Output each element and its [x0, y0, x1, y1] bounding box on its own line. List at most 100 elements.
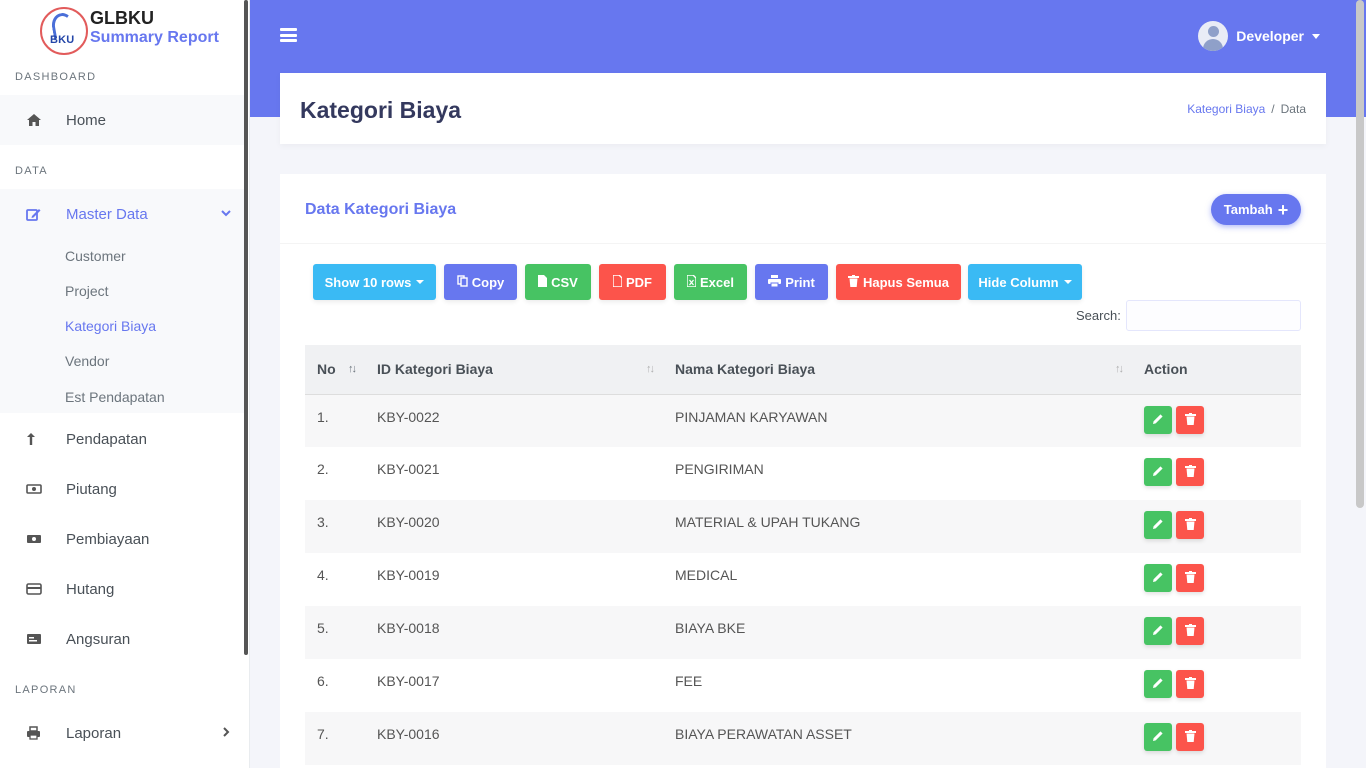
sidebar: BKU GLBKU Summary Report DASHBOARD Home … — [0, 0, 250, 768]
add-button[interactable]: Tambah + — [1211, 194, 1301, 225]
column-header-no[interactable]: No ↑↓ — [305, 345, 365, 395]
money-check-icon — [0, 633, 66, 645]
copy-label: Copy — [471, 274, 505, 290]
pencil-icon — [1152, 517, 1164, 533]
home-icon — [0, 113, 66, 127]
brand-title: GLBKU — [90, 8, 154, 28]
show-rows-button[interactable]: Show 10 rows — [313, 264, 436, 300]
copy-button[interactable]: Copy — [444, 264, 517, 300]
search-input[interactable] — [1126, 300, 1301, 331]
csv-button[interactable]: CSV — [525, 264, 591, 300]
edit-button[interactable] — [1144, 617, 1172, 645]
brand-subtitle: Summary Report — [90, 29, 219, 46]
pdf-button[interactable]: PDF — [599, 264, 666, 300]
table-row: 5. KBY-0018 BIAYA BKE — [305, 606, 1301, 659]
cell-id: KBY-0017 — [377, 673, 440, 689]
sidebar-item-laporan[interactable]: Laporan — [0, 708, 244, 758]
hapus-semua-button[interactable]: Hapus Semua — [836, 264, 961, 300]
excel-label: Excel — [700, 274, 734, 290]
sidebar-item-label: Pendapatan — [66, 430, 147, 448]
sidebar-subitem-customer[interactable]: Customer — [65, 248, 126, 264]
trash-icon — [1184, 412, 1196, 428]
cell-id: KBY-0019 — [377, 567, 440, 583]
edit-button[interactable] — [1144, 723, 1172, 751]
sidebar-subitem-kategori-biaya[interactable]: Kategori Biaya — [65, 318, 156, 334]
cell-no: 5. — [317, 620, 329, 636]
trash-icon — [1184, 517, 1196, 533]
card-title: Data Kategori Biaya — [305, 201, 457, 218]
sidebar-item-home[interactable]: Home — [0, 95, 244, 145]
column-header-id[interactable]: ID Kategori Biaya ↑↓ — [365, 345, 663, 395]
cell-nama: FEE — [675, 673, 703, 689]
sidebar-subitem-est-pendapatan[interactable]: Est Pendapatan — [65, 389, 165, 405]
edit-button[interactable] — [1144, 458, 1172, 486]
show-rows-label: Show 10 rows — [324, 274, 412, 290]
delete-button[interactable] — [1176, 458, 1204, 486]
trash-icon — [1184, 729, 1196, 745]
money-bill-icon — [0, 483, 66, 495]
caret-down-icon — [1063, 280, 1072, 284]
cell-action — [1132, 394, 1301, 447]
hamburger-menu-icon[interactable] — [280, 28, 297, 42]
edit-button[interactable] — [1144, 670, 1172, 698]
sidebar-item-piutang[interactable]: Piutang — [0, 464, 244, 514]
delete-button[interactable] — [1176, 617, 1204, 645]
sidebar-scrollbar[interactable] — [244, 0, 248, 655]
sidebar-item-label: Hutang — [66, 580, 115, 598]
sidebar-item-label: Angsuran — [66, 630, 131, 648]
data-table: No ↑↓ ID Kategori Biaya ↑↓ Nama Kategori B… — [305, 345, 1301, 765]
delete-button[interactable] — [1176, 564, 1204, 592]
search-label: Search: — [1076, 308, 1121, 323]
trash-icon — [1184, 623, 1196, 639]
cell-id: KBY-0016 — [377, 726, 440, 742]
cell-nama: BIAYA PERAWATAN ASSET — [675, 726, 852, 742]
sidebar-item-master-data[interactable]: Master Data — [0, 189, 244, 239]
hide-column-button[interactable]: Hide Column — [968, 264, 1082, 300]
sidebar-item-pendapatan[interactable]: Pendapatan — [0, 414, 244, 464]
breadcrumb-link[interactable]: Kategori Biaya — [1187, 102, 1265, 116]
cell-nama: MEDICAL — [675, 567, 738, 583]
table-row: 2. KBY-0021 PENGIRIMAN — [305, 447, 1301, 500]
brand[interactable]: BKU GLBKU Summary Report — [40, 6, 219, 56]
page-scrollbar[interactable] — [1356, 0, 1364, 508]
sidebar-subitem-vendor[interactable]: Vendor — [65, 353, 109, 369]
pencil-icon — [1152, 676, 1164, 692]
delete-button[interactable] — [1176, 670, 1204, 698]
sidebar-item-hutang[interactable]: Hutang — [0, 564, 244, 614]
print-icon — [768, 274, 782, 290]
brand-logo-text: BKU — [50, 34, 75, 46]
edit-button[interactable] — [1144, 511, 1172, 539]
user-name: Developer — [1236, 28, 1304, 44]
delete-button[interactable] — [1176, 723, 1204, 751]
sidebar-item-label: Laporan — [66, 724, 122, 742]
cell-nama: BIAYA BKE — [675, 620, 746, 636]
delete-button[interactable] — [1176, 511, 1204, 539]
sidebar-item-pembiayaan[interactable]: Pembiayaan — [0, 514, 244, 564]
table-row: 3. KBY-0020 MATERIAL & UPAH TUKANG — [305, 500, 1301, 553]
delete-button[interactable] — [1176, 405, 1204, 434]
cell-no: 6. — [317, 673, 329, 689]
print-button[interactable]: Print — [755, 264, 828, 300]
column-header-nama[interactable]: Nama Kategori Biaya ↑↓ — [663, 345, 1132, 395]
cell-action — [1132, 447, 1301, 500]
arrow-up-icon — [0, 432, 66, 446]
sidebar-item-angsuran[interactable]: Angsuran — [0, 614, 244, 664]
excel-button[interactable]: Excel — [674, 264, 747, 300]
trash-icon — [1184, 570, 1196, 586]
edit-button[interactable] — [1144, 564, 1172, 592]
trash-icon — [848, 274, 859, 290]
page-header-card: Kategori Biaya Kategori Biaya / Data — [280, 73, 1326, 144]
edit-button[interactable] — [1144, 405, 1172, 434]
money-bill-wave-icon — [0, 533, 66, 545]
sidebar-subitem-project[interactable]: Project — [65, 283, 109, 299]
csv-label: CSV — [551, 274, 578, 290]
trash-icon — [1184, 464, 1196, 480]
brand-logo: BKU — [40, 7, 88, 55]
user-dropdown[interactable]: Developer — [1198, 21, 1320, 51]
cell-id: KBY-0020 — [377, 514, 440, 530]
edit-square-icon — [0, 207, 66, 222]
section-label-dashboard: DASHBOARD — [15, 71, 97, 83]
section-label-data: DATA — [15, 165, 48, 177]
pencil-icon — [1152, 623, 1164, 639]
cell-no: 1. — [317, 408, 329, 425]
